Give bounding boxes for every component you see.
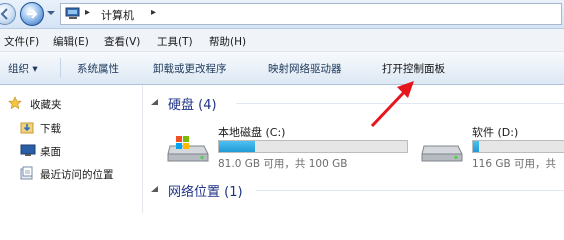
annotation-arrow-icon bbox=[370, 81, 414, 128]
